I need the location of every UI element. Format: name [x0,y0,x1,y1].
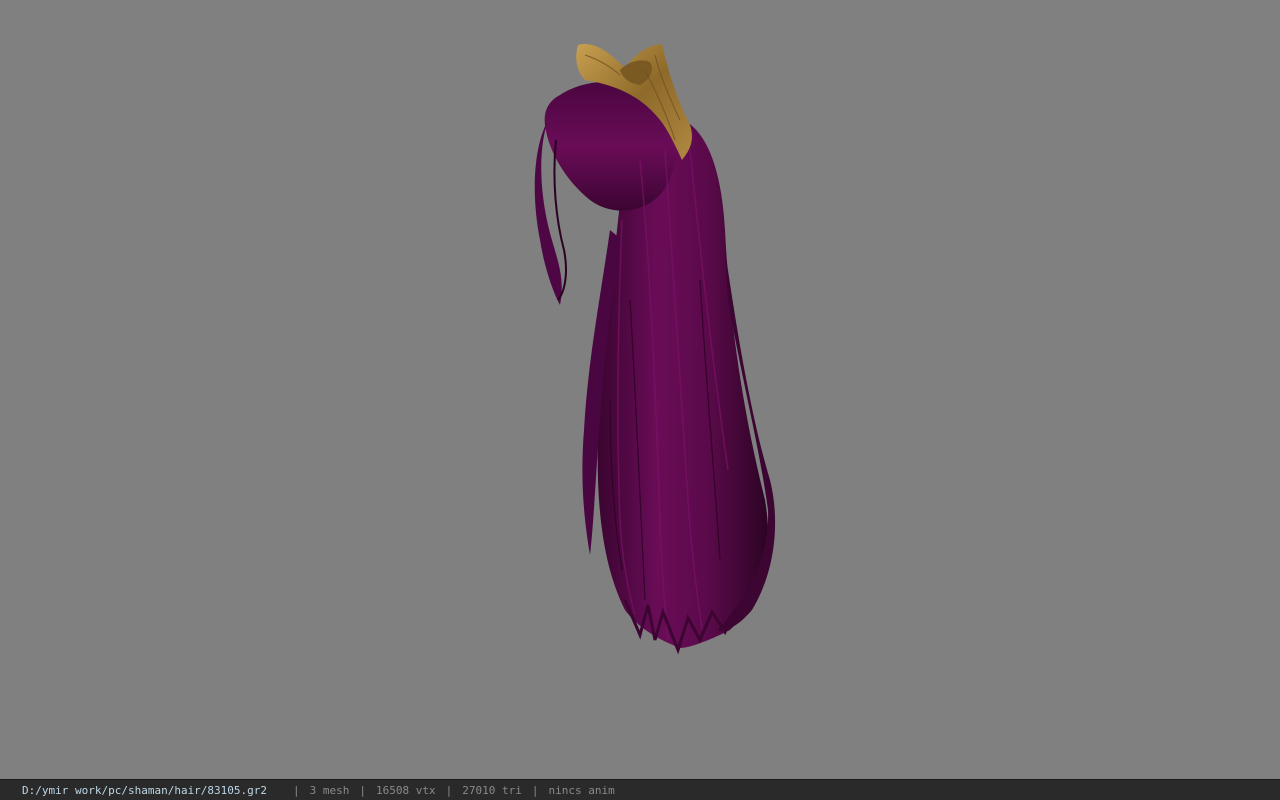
mesh-count: 3 mesh [309,784,350,797]
separator: | [293,784,300,797]
3d-viewport[interactable] [0,0,1280,779]
separator: | [445,784,453,797]
vertex-count: 16508 vtx [376,784,436,797]
separator: | [359,784,367,797]
status-bar: D:/ymir work/pc/shaman/hair/83105.gr2 | … [0,779,1280,800]
triangle-count: 27010 tri [462,784,522,797]
file-path: D:/ymir work/pc/shaman/hair/83105.gr2 [22,784,268,797]
anim-status: nincs anim [548,784,615,797]
hair-model [534,44,776,655]
separator: | [531,784,539,797]
